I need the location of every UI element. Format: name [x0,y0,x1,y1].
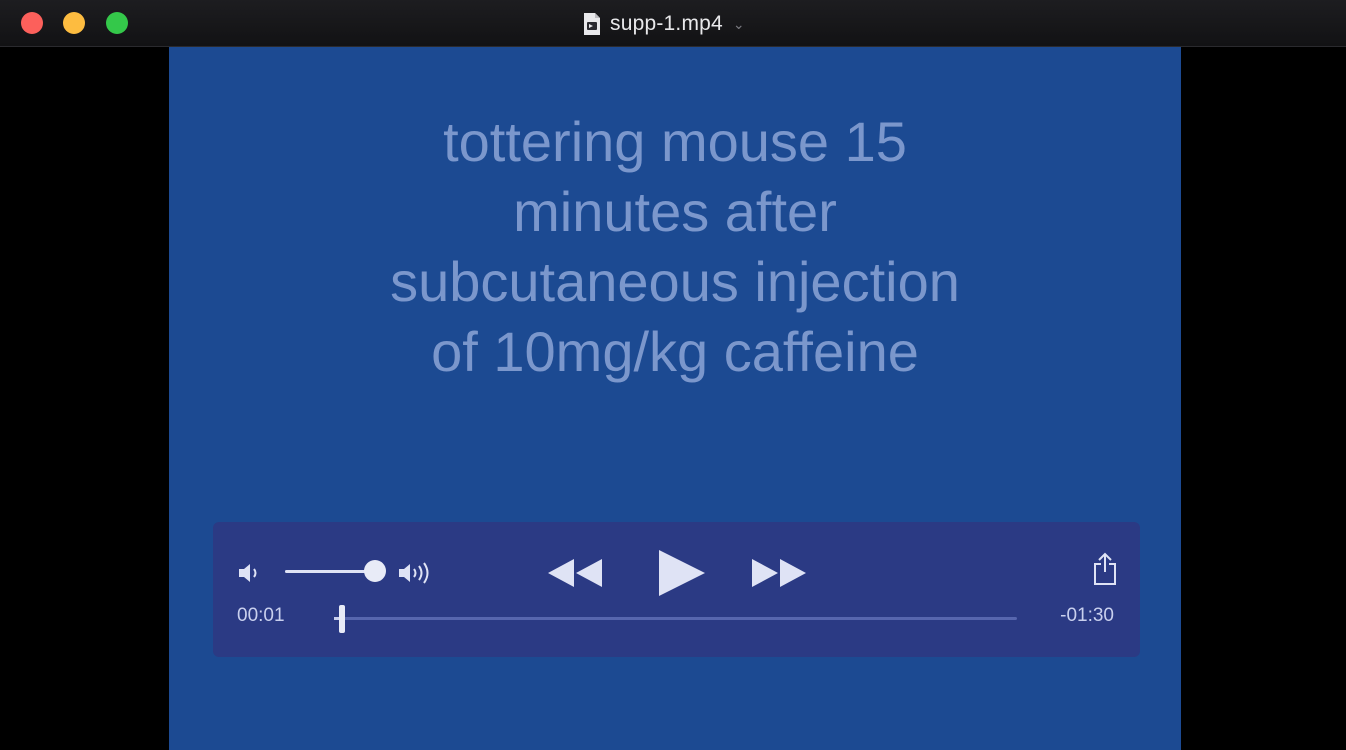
fast-forward-icon[interactable] [750,557,808,589]
document-icon [584,13,600,35]
volume-knob[interactable] [364,560,386,582]
caption-line: subcutaneous injection [390,250,960,313]
playback-scrubber[interactable] [334,605,1017,633]
play-icon[interactable] [653,549,709,597]
scrubber-handle[interactable] [338,605,345,633]
video-caption: tottering mouse 15 minutes after subcuta… [169,107,1181,387]
elapsed-time: 00:01 [237,605,285,626]
volume-low-icon[interactable] [237,562,263,584]
zoom-icon[interactable] [106,12,128,34]
volume-high-icon[interactable] [397,560,443,586]
playback-controls: 00:01 -01:30 [213,522,1140,657]
volume-level [285,570,375,573]
window-title-group[interactable]: supp-1.mp4 ⌄ [582,11,745,37]
window-title: supp-1.mp4 [610,12,723,35]
title-bar[interactable]: supp-1.mp4 ⌄ [0,0,1346,47]
chevron-down-icon[interactable]: ⌄ [733,16,745,33]
close-icon[interactable] [21,12,43,34]
share-icon[interactable] [1092,552,1118,586]
volume-slider[interactable] [285,560,386,582]
rewind-icon[interactable] [546,557,604,589]
remaining-time: -01:30 [1060,605,1114,626]
minimize-icon[interactable] [63,12,85,34]
video-player-window: supp-1.mp4 ⌄ tottering mouse 15 minutes … [0,0,1346,750]
caption-line: tottering mouse 15 [443,110,907,173]
caption-line: minutes after [513,180,837,243]
caption-line: of 10mg/kg caffeine [431,320,919,383]
